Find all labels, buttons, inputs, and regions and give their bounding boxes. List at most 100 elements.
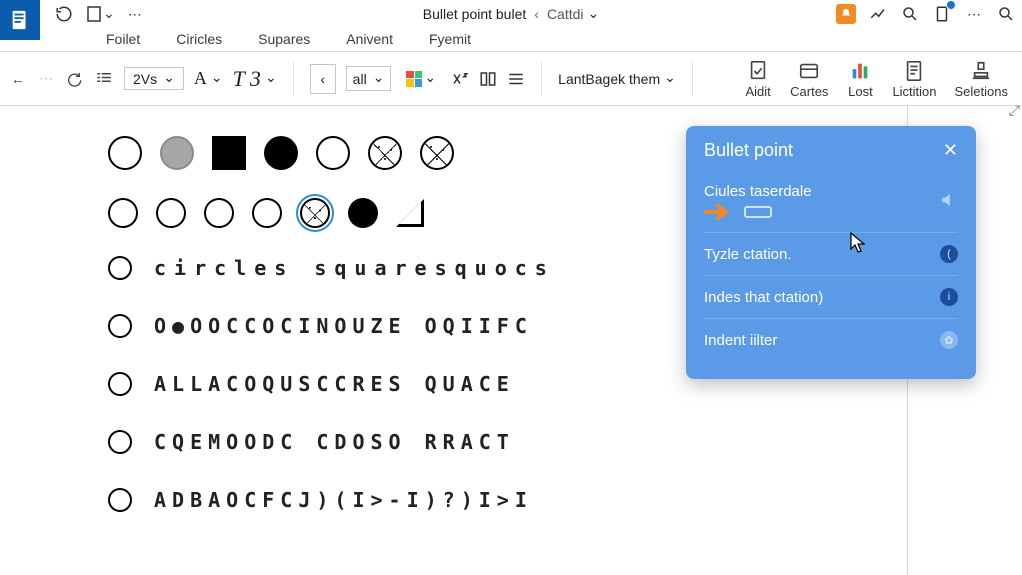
color-picker-dropdown[interactable]: ⌄: [401, 68, 441, 89]
bullet-marker-icon: [108, 488, 132, 512]
back-arrow-icon[interactable]: ←: [8, 69, 28, 89]
bullet-point-panel: Bullet point ✕ Ciules taserdale Tyzle ct…: [686, 126, 976, 379]
overflow-icon[interactable]: ⋯: [964, 4, 984, 24]
page-layout-dropdown[interactable]: ⌄: [82, 4, 120, 25]
redo-icon[interactable]: [64, 69, 84, 89]
bullet-circle-outline[interactable]: [108, 136, 142, 170]
bullet-circle-outline[interactable]: [316, 136, 350, 170]
document-app-icon: [9, 9, 31, 31]
panel-row-ciules[interactable]: Ciules taserdale: [704, 171, 958, 232]
color-swatches-icon: [406, 71, 422, 87]
bullet-marker-icon: [108, 372, 132, 396]
ribbon-label: Lost: [848, 84, 873, 99]
filter-all-label: all: [353, 71, 367, 87]
chevron-down-icon: ⌄: [265, 69, 277, 86]
info-icon[interactable]: (: [940, 245, 958, 263]
ribbon-seletions[interactable]: Seletions: [955, 58, 1008, 99]
style-dropdown[interactable]: T 3 ⌄: [233, 66, 277, 92]
panel-row-indes[interactable]: Indes that ctation) i: [704, 275, 958, 318]
bullet-marker-icon: [108, 256, 132, 280]
forward-arrow-icon[interactable]: ⋯: [36, 69, 56, 89]
document-check-icon: [744, 60, 772, 82]
chevron-down-icon: ⌄: [103, 5, 115, 22]
trend-icon[interactable]: [868, 4, 888, 24]
panel-row-tyzle[interactable]: Tyzle ctation. (: [704, 232, 958, 275]
panel-row-indent[interactable]: Indent iilter ✿: [704, 318, 958, 361]
bullet-circle-solid[interactable]: [348, 198, 378, 228]
ribbon-label: Aidit: [745, 84, 770, 99]
paragraph-icon[interactable]: [94, 69, 114, 89]
tab-fyemit[interactable]: Fyemit: [429, 31, 471, 51]
tab-foilet[interactable]: Foilet: [106, 31, 140, 51]
style-letters: T 3: [233, 66, 261, 92]
ribbon-lictation[interactable]: Lictition: [892, 58, 936, 99]
list-item-text: circles squaresquocs: [154, 256, 555, 280]
zoom-dropdown[interactable]: 2Vs ⌄: [124, 67, 184, 90]
gear-icon[interactable]: ✿: [940, 331, 958, 349]
stamp-icon: [967, 60, 995, 82]
panel-row-label: Tyzle ctation.: [704, 246, 792, 263]
bullet-circle-hatched[interactable]: [368, 136, 402, 170]
ribbon-lost[interactable]: Lost: [846, 58, 874, 99]
document-title[interactable]: Bullet point bulet: [423, 6, 527, 22]
bullet-circle-outline[interactable]: [108, 198, 138, 228]
chevron-down-icon[interactable]: ⌄: [588, 5, 600, 22]
indent-box-icon: [744, 206, 772, 218]
bullet-circle-solid[interactable]: [264, 136, 298, 170]
bullet-circle-hatched-selected[interactable]: [300, 198, 330, 228]
columns-icon[interactable]: [479, 70, 497, 88]
chevron-down-icon: ⌄: [211, 69, 223, 86]
bell-icon: [840, 8, 852, 20]
app-icon[interactable]: [0, 0, 40, 40]
more-dots-icon[interactable]: ⋯: [128, 6, 142, 23]
page-icon: [87, 6, 101, 22]
list-item[interactable]: ADBAOCFCJ)(I>-I)?)I>I: [108, 488, 882, 512]
close-icon[interactable]: ✕: [943, 140, 958, 161]
search-icon[interactable]: [900, 4, 920, 24]
card-icon: [795, 60, 823, 82]
unread-dot-icon: [946, 0, 956, 10]
list-item-text: O●OOCCOCINOUZE OQIIFC: [154, 314, 533, 338]
bullet-circle-outline[interactable]: [156, 198, 186, 228]
ribbon-audit[interactable]: Aidit: [744, 58, 772, 99]
info-icon[interactable]: i: [940, 288, 958, 306]
tab-ciricles[interactable]: Ciricles: [176, 31, 222, 51]
bullet-circle-outline[interactable]: [204, 198, 234, 228]
chevron-down-icon: ⌄: [424, 69, 436, 86]
speaker-icon[interactable]: [940, 191, 958, 213]
theme-label: LantBagek them: [558, 71, 660, 87]
toolbar-divider: [541, 62, 542, 96]
notification-badge[interactable]: [836, 4, 856, 24]
bullet-square-solid[interactable]: [212, 136, 246, 170]
toolbar-divider: [293, 62, 294, 96]
bullet-circle-hatched[interactable]: [420, 136, 454, 170]
filter-all-dropdown[interactable]: all ⌄: [346, 66, 392, 91]
bullet-triangle[interactable]: [396, 199, 424, 227]
ribbon-tabs: Foilet Ciricles Supares Anivent Fyemit: [0, 28, 1022, 52]
superscript-icon[interactable]: [451, 70, 469, 88]
clipboard-icon[interactable]: [932, 4, 952, 24]
ribbon-label: Seletions: [955, 84, 1008, 99]
refresh-icon[interactable]: [54, 4, 74, 24]
font-dropdown[interactable]: A ⌄: [194, 68, 223, 89]
chevron-down-icon: ⌄: [664, 69, 676, 86]
panel-row-label: Indes that ctation): [704, 289, 823, 306]
prev-button[interactable]: ‹: [310, 64, 336, 94]
ribbon-cartes[interactable]: Cartes: [790, 58, 828, 99]
bullet-circle-gray[interactable]: [160, 136, 194, 170]
tab-supares[interactable]: Supares: [258, 31, 310, 51]
list-item[interactable]: CQeMOODC CDOSO RRACT: [108, 430, 882, 454]
breadcrumb-name[interactable]: Cattdi: [547, 6, 584, 22]
chevron-down-icon: ⌄: [163, 69, 175, 86]
bullet-circle-outline[interactable]: [252, 198, 282, 228]
theme-dropdown[interactable]: LantBagek them ⌄: [558, 70, 676, 87]
toolbar: ← ⋯ 2Vs ⌄ A ⌄ T 3 ⌄ ‹ all ⌄ ⌄ LantBagek …: [0, 52, 1022, 106]
align-icon[interactable]: [507, 70, 525, 88]
bullet-marker-icon: [108, 314, 132, 338]
panel-title: Bullet point: [704, 140, 793, 161]
tab-anivent[interactable]: Anivent: [346, 31, 393, 51]
search-icon-2[interactable]: [996, 4, 1016, 24]
bullet-marker-icon: [108, 430, 132, 454]
list-item-text: CQeMOODC CDOSO RRACT: [154, 430, 515, 454]
list-doc-icon: [900, 60, 928, 82]
